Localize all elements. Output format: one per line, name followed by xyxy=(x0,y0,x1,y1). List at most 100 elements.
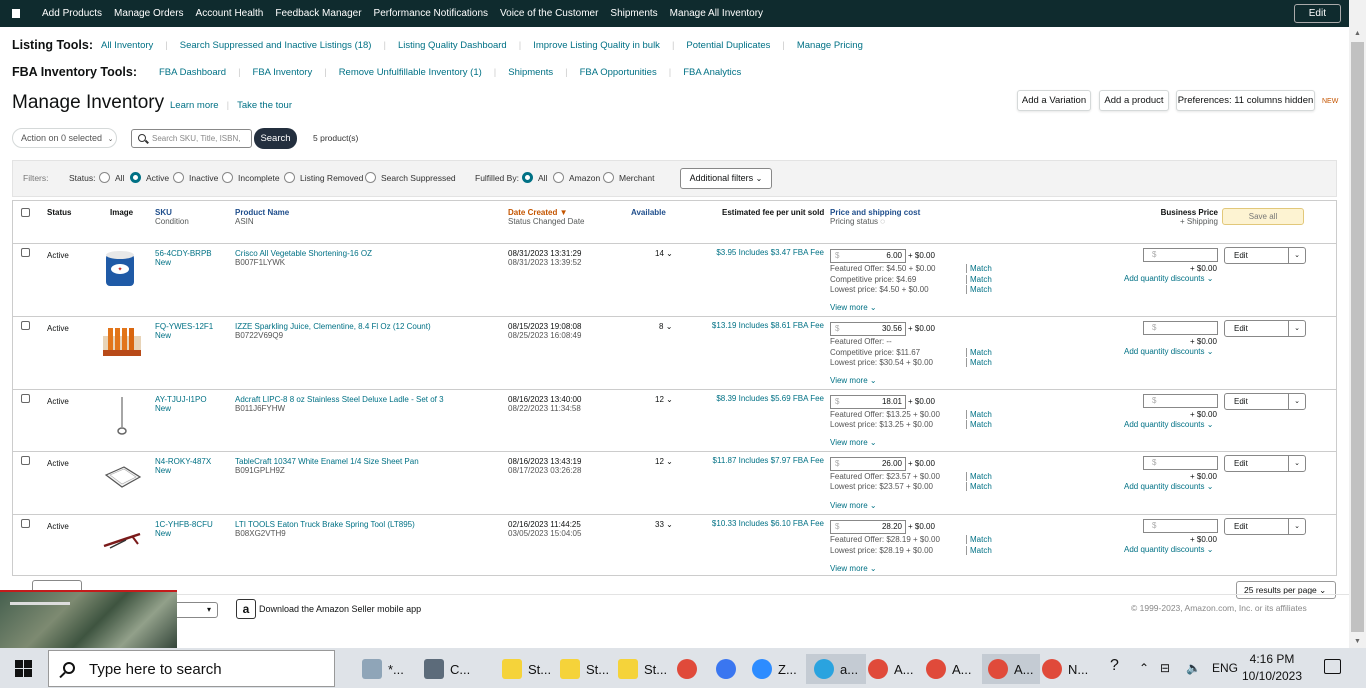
row-fee[interactable]: $10.33 Includes $6.10 FBA Fee xyxy=(711,519,824,528)
language-indicator[interactable]: ENG xyxy=(1212,661,1238,675)
header-date-created[interactable]: Date Created ▼ Status Changed Date xyxy=(508,208,585,226)
scroll-up-icon[interactable]: ▲ xyxy=(1354,30,1361,37)
scroll-down-icon[interactable]: ▼ xyxy=(1354,638,1361,645)
row-sku[interactable]: 56-4CDY-BRPB xyxy=(155,249,212,258)
bulk-action-select[interactable]: Action on 0 selected ⌄ xyxy=(12,128,117,148)
business-price-input[interactable]: $ xyxy=(1143,519,1218,533)
row-sku[interactable]: N4-ROKY-487X xyxy=(155,457,211,466)
taskbar-app-chrome-n[interactable]: N... xyxy=(1042,654,1088,684)
row-fee[interactable]: $8.39 Includes $5.69 FBA Fee xyxy=(711,394,824,403)
taskbar-app-signal[interactable] xyxy=(716,654,742,684)
row-product-name[interactable]: IZZE Sparkling Juice, Clementine, 8.4 Fl… xyxy=(235,322,431,331)
match-link[interactable]: Match xyxy=(966,275,992,284)
chevron-down-icon[interactable]: ⌄ xyxy=(1288,519,1305,534)
row-product-name[interactable]: LTI TOOLS Eaton Truck Brake Spring Tool … xyxy=(235,520,415,529)
taskbar-app-telegram[interactable]: a... xyxy=(806,654,867,684)
chevron-down-icon[interactable]: ⌄ xyxy=(1288,394,1305,409)
chevron-down-icon[interactable]: ⌄ xyxy=(1288,248,1305,263)
status-option-incomplete[interactable]: Incomplete xyxy=(238,173,280,183)
link-search-suppressed[interactable]: Search Suppressed and Inactive Listings … xyxy=(180,40,372,51)
windows-start-icon[interactable] xyxy=(15,660,32,677)
take-tour-link[interactable]: Take the tour xyxy=(237,100,292,111)
video-thumbnail[interactable] xyxy=(0,590,177,648)
status-radio-inactive[interactable] xyxy=(173,172,184,183)
edit-button[interactable]: Edit ⌄ xyxy=(1224,518,1306,535)
add-product-button[interactable]: Add a product xyxy=(1099,90,1169,111)
help-icon[interactable]: ? xyxy=(1110,657,1119,675)
nav-manage-orders[interactable]: Manage Orders xyxy=(114,8,183,19)
status-radio-all[interactable] xyxy=(99,172,110,183)
row-checkbox[interactable] xyxy=(21,321,30,330)
business-price-input[interactable]: $ xyxy=(1143,456,1218,470)
row-sku[interactable]: AY-TJUJ-I1PO xyxy=(155,395,207,404)
match-link[interactable]: Match xyxy=(966,285,992,294)
taskbar-app-chrome-a3[interactable]: A... xyxy=(982,654,1040,684)
row-available[interactable]: 8 ⌄ xyxy=(659,322,672,331)
link-fba-dashboard[interactable]: FBA Dashboard xyxy=(159,67,226,78)
taskbar-app-calculator[interactable]: C... xyxy=(424,654,470,684)
link-potential-duplicates[interactable]: Potential Duplicates xyxy=(686,40,770,51)
link-remove-unfulfillable[interactable]: Remove Unfulfillable Inventory (1) xyxy=(339,67,482,78)
edit-button[interactable]: Edit ⌄ xyxy=(1224,320,1306,337)
header-product-name[interactable]: Product Name ASIN xyxy=(235,208,289,226)
link-all-inventory[interactable]: All Inventory xyxy=(101,40,153,51)
match-link[interactable]: Match xyxy=(966,410,992,419)
link-fba-inventory[interactable]: FBA Inventory xyxy=(253,67,313,78)
row-available[interactable]: 12 ⌄ xyxy=(655,395,673,404)
nav-feedback-manager[interactable]: Feedback Manager xyxy=(275,8,361,19)
download-app-link[interactable]: Download the Amazon Seller mobile app xyxy=(259,604,421,614)
row-checkbox[interactable] xyxy=(21,394,30,403)
fulfilled-option-merchant[interactable]: Merchant xyxy=(619,173,654,183)
fulfilled-radio-all[interactable] xyxy=(522,172,533,183)
taskbar-app-chrome[interactable] xyxy=(677,654,703,684)
row-checkbox[interactable] xyxy=(21,248,30,257)
header-sku[interactable]: SKU Condition xyxy=(155,208,189,226)
match-link[interactable]: Match xyxy=(966,535,992,544)
preferences-button[interactable]: Preferences: 11 columns hidden xyxy=(1176,90,1315,111)
taskbar-app-chrome-a2[interactable]: A... xyxy=(926,654,972,684)
product-image[interactable]: ✦ xyxy=(102,249,142,289)
match-link[interactable]: Match xyxy=(966,264,992,273)
volume-icon[interactable]: 🔈 xyxy=(1186,661,1201,675)
fulfilled-option-amazon[interactable]: Amazon xyxy=(569,173,600,183)
match-link[interactable]: Match xyxy=(966,472,992,481)
chevron-down-icon[interactable]: ⌄ xyxy=(1288,321,1305,336)
link-improve-listing-quality[interactable]: Improve Listing Quality in bulk xyxy=(533,40,660,51)
additional-filters-button[interactable]: Additional filters ⌄ xyxy=(680,168,772,189)
product-image[interactable] xyxy=(102,322,142,362)
status-radio-active[interactable] xyxy=(130,172,141,183)
taskbar-app-zoom[interactable]: Z... xyxy=(752,654,797,684)
price-input[interactable]: $30.56 xyxy=(830,322,906,336)
taskbar-app-chrome-a1[interactable]: A... xyxy=(868,654,914,684)
row-checkbox[interactable] xyxy=(21,456,30,465)
add-quantity-discounts-link[interactable]: Add quantity discounts ⌄ xyxy=(1124,545,1213,554)
row-product-name[interactable]: Adcraft LIPC-8 8 oz Stainless Steel Delu… xyxy=(235,395,444,404)
save-all-button[interactable]: Save all xyxy=(1222,208,1304,225)
business-price-input[interactable]: $ xyxy=(1143,394,1218,408)
taskbar-app-notepad[interactable]: *... xyxy=(362,654,404,684)
nav-voice-of-customer[interactable]: Voice of the Customer xyxy=(500,8,598,19)
status-option-listing-removed[interactable]: Listing Removed xyxy=(300,173,363,183)
fulfilled-option-all[interactable]: All xyxy=(538,173,547,183)
taskbar-app-sticky-1[interactable]: St... xyxy=(502,654,551,684)
fulfilled-radio-amazon[interactable] xyxy=(553,172,564,183)
fulfilled-radio-merchant[interactable] xyxy=(603,172,614,183)
view-more-link[interactable]: View more ⌄ xyxy=(830,303,877,312)
status-radio-incomplete[interactable] xyxy=(222,172,233,183)
match-link[interactable]: Match xyxy=(966,358,992,367)
taskbar-app-sticky-2[interactable]: St... xyxy=(560,654,609,684)
amazon-app-icon[interactable]: a xyxy=(236,599,256,619)
row-available[interactable]: 14 ⌄ xyxy=(655,249,673,258)
view-more-link[interactable]: View more ⌄ xyxy=(830,376,877,385)
row-available[interactable]: 12 ⌄ xyxy=(655,457,673,466)
status-option-all[interactable]: All xyxy=(115,173,124,183)
header-status[interactable]: Status xyxy=(47,208,71,217)
row-checkbox[interactable] xyxy=(21,519,30,528)
add-quantity-discounts-link[interactable]: Add quantity discounts ⌄ xyxy=(1124,347,1213,356)
results-per-page-select[interactable]: 25 results per page ⌄ xyxy=(1236,581,1336,599)
select-all-checkbox[interactable] xyxy=(21,208,30,217)
link-fba-opportunities[interactable]: FBA Opportunities xyxy=(580,67,657,78)
search-input[interactable]: Search SKU, Title, ISBN, xyxy=(131,129,252,148)
product-image[interactable] xyxy=(102,395,142,435)
status-option-search-suppressed[interactable]: Search Suppressed xyxy=(381,173,456,183)
